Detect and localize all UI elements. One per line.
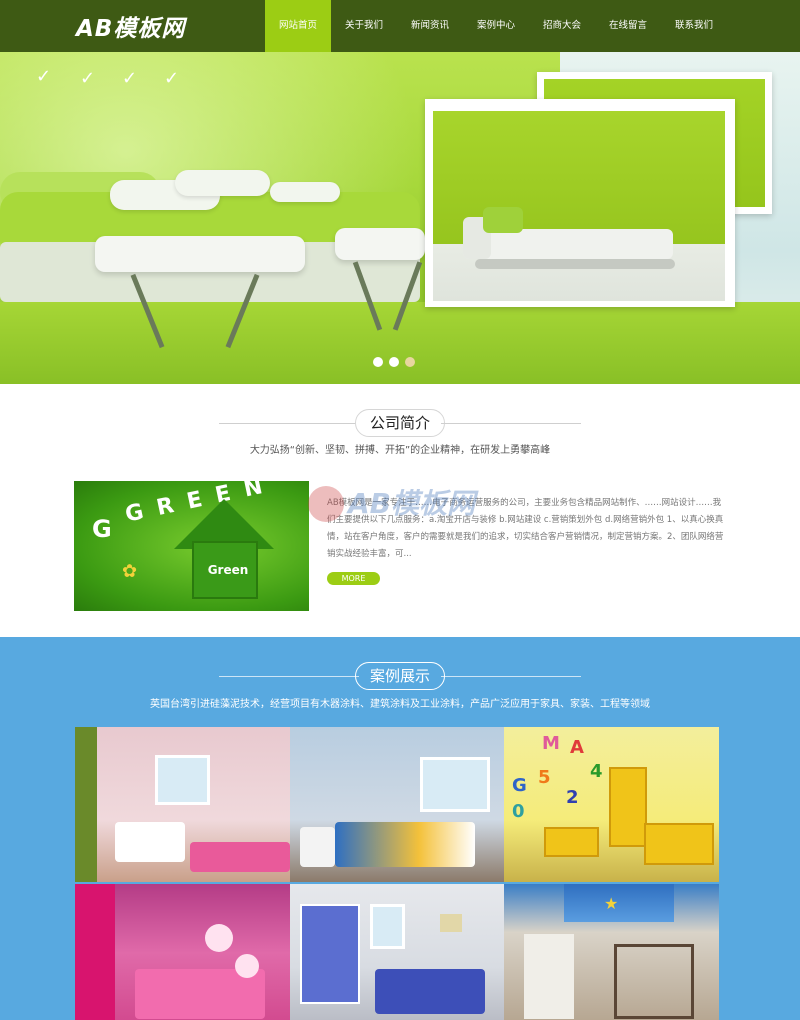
- site-logo[interactable]: AB模板网: [76, 9, 185, 43]
- about-image[interactable]: GREEN G Green ✿: [74, 481, 309, 611]
- nav-item-investment[interactable]: 招商大会: [529, 0, 595, 52]
- case-item[interactable]: [75, 884, 290, 1020]
- butterfly-icon: ✿: [122, 561, 138, 582]
- divider: [441, 422, 581, 424]
- slider-dot-active[interactable]: [405, 357, 415, 367]
- case-item[interactable]: M A G 5 4 2 0: [504, 727, 719, 882]
- nav-item-cases[interactable]: 案例中心: [463, 0, 529, 52]
- nav-item-message[interactable]: 在线留言: [595, 0, 661, 52]
- slider-dot[interactable]: [373, 357, 383, 367]
- cases-title: 案例展示: [354, 662, 445, 690]
- nav-item-about[interactable]: 关于我们: [331, 0, 397, 52]
- divider: [218, 675, 359, 677]
- cases-subtitle: 英国台湾引进硅藻泥技术，经营项目有木器涂料、建筑涂料及工业涂料，产品广泛应用于家…: [150, 699, 650, 710]
- banner-photo-front: [425, 99, 735, 307]
- hero-banner[interactable]: ✓ ✓ ✓ ✓: [0, 52, 800, 384]
- divider: [441, 675, 581, 677]
- site-header: AB模板网 网站首页 关于我们 新闻资讯 案例中心 招商大会 在线留言 联系我们: [0, 0, 800, 52]
- divider: [218, 422, 359, 424]
- nav-item-home[interactable]: 网站首页: [265, 0, 331, 52]
- star-icon: ★: [604, 894, 619, 913]
- pillow: [270, 182, 340, 202]
- case-item[interactable]: [290, 884, 504, 1020]
- wall-decor-icon: ✓: [36, 66, 52, 87]
- wall-decor-icon: ✓: [80, 68, 96, 89]
- wall-decor-icon: ✓: [122, 68, 138, 89]
- slider-dots: [373, 357, 415, 367]
- nav-item-news[interactable]: 新闻资讯: [397, 0, 463, 52]
- about-subtitle: 大力弘扬“创新、坚韧、拼搏、开拓”的企业精神，在研发上勇攀高峰: [249, 445, 551, 456]
- wall-decor-icon: ✓: [164, 68, 180, 89]
- pillow: [175, 170, 270, 196]
- case-item[interactable]: [290, 727, 504, 882]
- about-title: 公司简介: [354, 409, 445, 437]
- case-grid: M A G 5 4 2 0 ★: [75, 727, 719, 1020]
- main-nav: 网站首页 关于我们 新闻资讯 案例中心 招商大会 在线留言 联系我们: [265, 0, 727, 52]
- more-button[interactable]: MORE: [327, 572, 380, 585]
- about-title-bar: 公司简介: [0, 409, 800, 437]
- slider-dot[interactable]: [389, 357, 399, 367]
- ottoman: [335, 228, 425, 260]
- image-word: Green: [207, 563, 249, 577]
- ottoman: [95, 236, 305, 272]
- about-text: AB模板网是一家专注于……电子商务运营服务的公司，主要业务包含精品网站制作、………: [327, 498, 724, 559]
- case-item[interactable]: ★: [504, 884, 719, 1020]
- nav-item-contact[interactable]: 联系我们: [661, 0, 727, 52]
- cases-title-bar: 案例展示: [0, 662, 800, 690]
- case-item[interactable]: [75, 727, 290, 882]
